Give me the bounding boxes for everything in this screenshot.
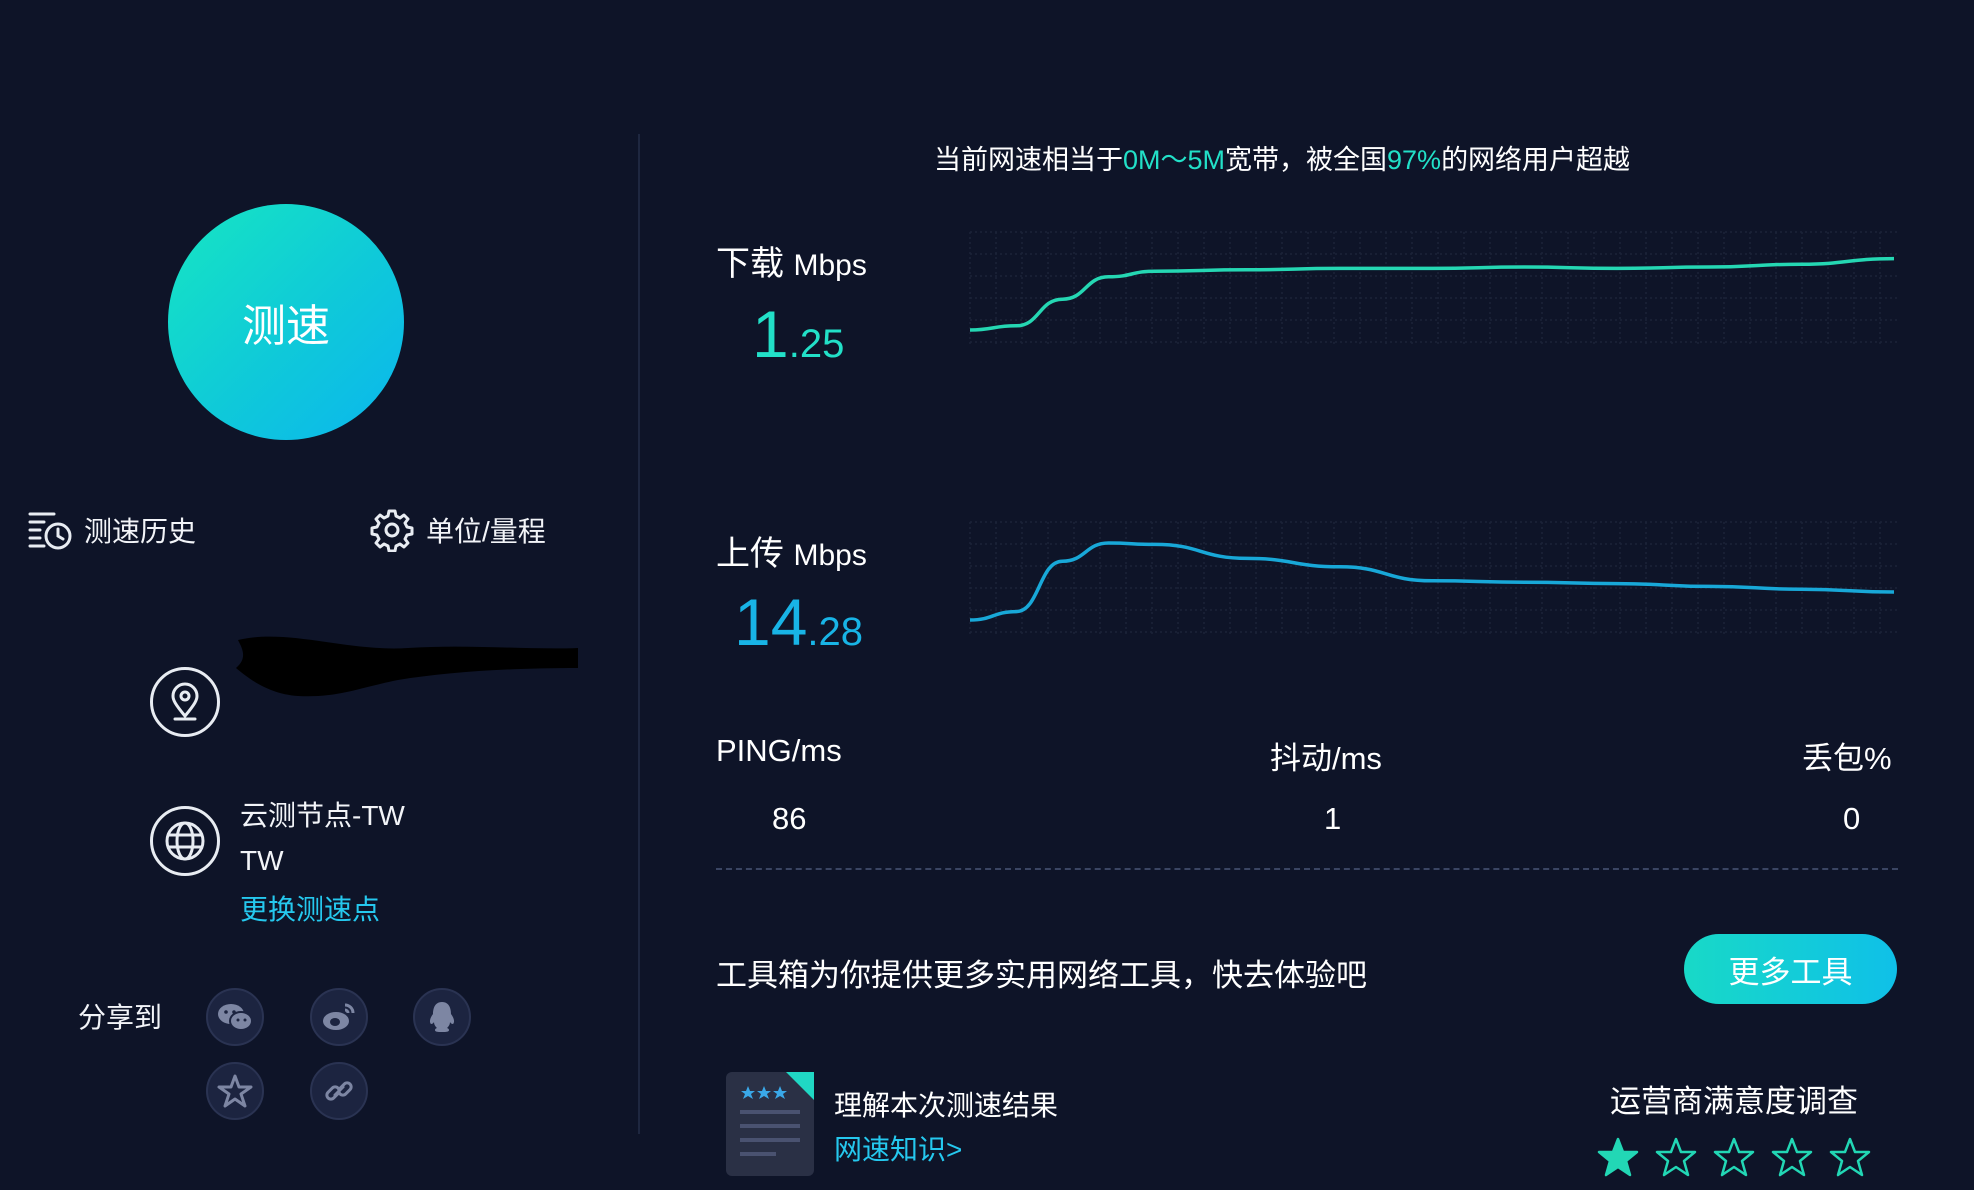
more-tools-button[interactable]: 更多工具 (1684, 934, 1897, 1004)
understand-results-title: 理解本次测速结果 (834, 1090, 1059, 1121)
summary-bandwidth: 0M～5M (1123, 145, 1226, 175)
settings-menu-item[interactable]: 单位/量程 (370, 508, 546, 552)
redacted-location-text (228, 628, 580, 708)
rating-stars (1596, 1136, 1872, 1180)
rating-star-icon[interactable] (1712, 1136, 1756, 1180)
rating-star-icon[interactable] (1596, 1136, 1640, 1180)
jitter-value: 1 (1324, 801, 1342, 836)
summary-middle: 宽带，被全国 (1225, 145, 1388, 175)
weibo-icon[interactable] (310, 988, 368, 1046)
upload-series-line (969, 541, 1895, 622)
upload-unit: Mbps (793, 539, 867, 572)
start-speed-test-button[interactable]: 测速 (168, 204, 404, 440)
favorite-icon[interactable] (206, 1062, 264, 1120)
loss-label: 丢包% (1802, 741, 1892, 776)
upload-value-int: 14 (734, 585, 808, 659)
qq-icon[interactable] (413, 988, 471, 1046)
toolbox-promo-text: 工具箱为你提供更多实用网络工具，快去体验吧 (716, 958, 1367, 993)
rating-star-icon[interactable] (1654, 1136, 1698, 1180)
chart-grid (969, 231, 1898, 344)
upload-value-dec: .28 (807, 610, 864, 654)
summary-percent: 97% (1387, 145, 1442, 175)
panel-divider (638, 134, 640, 1134)
document-icon (726, 1072, 814, 1176)
upload-value: 14.28 (734, 584, 863, 660)
download-label: 下载 Mbps (716, 236, 867, 285)
node-name: 云测节点-TW (240, 800, 405, 831)
history-icon (28, 512, 72, 550)
download-unit: Mbps (793, 249, 867, 282)
download-value: 1.25 (752, 296, 844, 372)
speed-knowledge-link[interactable]: 网速知识> (834, 1128, 962, 1168)
ping-label: PING/ms (716, 733, 842, 768)
upload-chart (969, 521, 1898, 634)
gear-icon (370, 509, 414, 552)
share-label: 分享到 (78, 1002, 163, 1033)
summary-suffix: 的网络用户超越 (1441, 145, 1631, 175)
globe-icon (150, 806, 220, 876)
ping-value: 86 (772, 801, 807, 836)
download-value-int: 1 (752, 297, 789, 371)
rating-star-icon[interactable] (1828, 1136, 1872, 1180)
download-value-dec: .25 (788, 322, 845, 366)
wechat-icon[interactable] (206, 988, 264, 1046)
history-label: 测速历史 (84, 516, 197, 547)
change-node-link[interactable]: 更换测速点 (240, 888, 380, 928)
speed-summary: 当前网速相当于0M～5M宽带，被全国97%的网络用户超越 (934, 138, 1630, 177)
settings-label: 单位/量程 (426, 516, 546, 547)
download-label-text: 下载 (716, 245, 784, 283)
summary-prefix: 当前网速相当于 (934, 145, 1123, 175)
upload-label: 上传 Mbps (716, 526, 867, 575)
download-chart (969, 231, 1898, 344)
rating-star-icon[interactable] (1770, 1136, 1814, 1180)
link-icon[interactable] (310, 1062, 368, 1120)
chart-grid (969, 521, 1898, 634)
loss-value: 0 (1843, 801, 1861, 836)
upload-label-text: 上传 (716, 535, 784, 573)
location-icon (150, 667, 220, 737)
stats-divider (716, 868, 1898, 870)
satisfaction-survey-title: 运营商满意度调查 (1610, 1084, 1858, 1119)
node-region: TW (240, 845, 284, 876)
jitter-label: 抖动/ms (1270, 741, 1382, 776)
history-menu-item[interactable]: 测速历史 (28, 508, 196, 552)
